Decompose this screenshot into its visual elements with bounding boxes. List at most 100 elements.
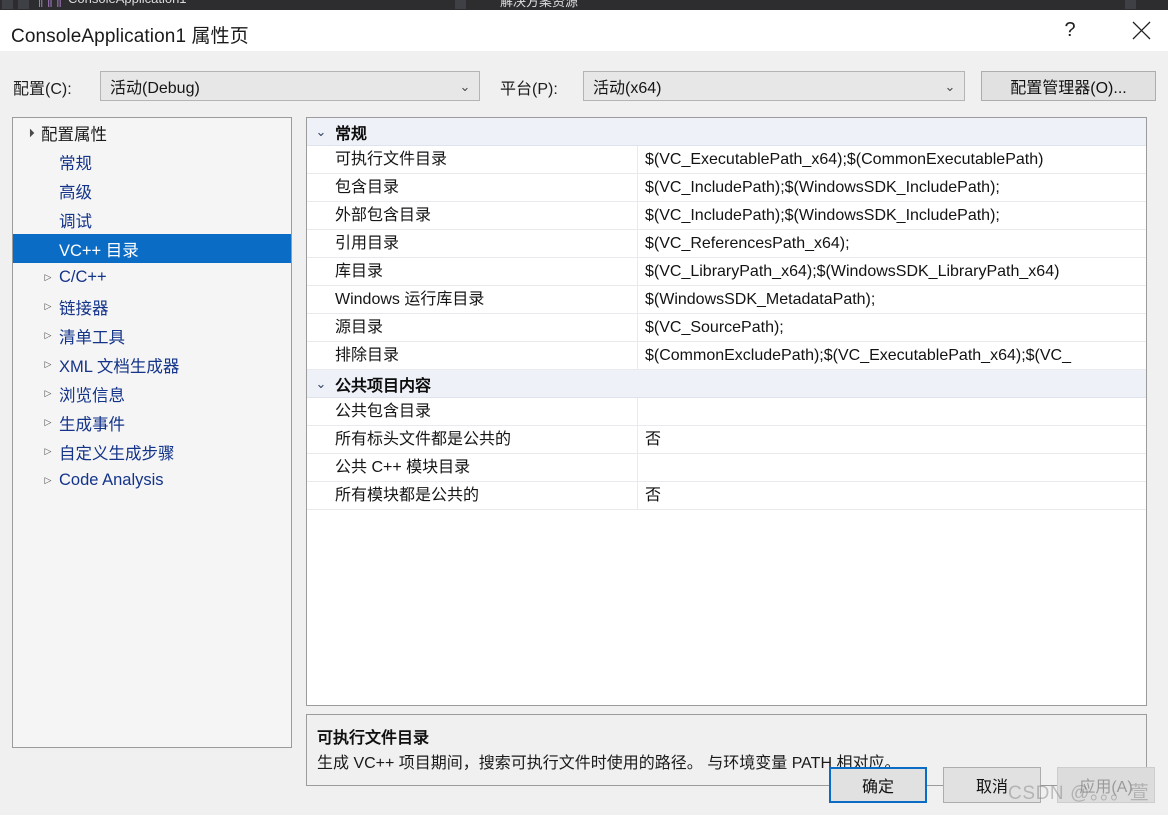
tree-item-label: VC++ 目录	[59, 241, 139, 260]
question-mark-icon: ?	[1064, 19, 1076, 41]
property-value[interactable]: 否	[638, 482, 1146, 510]
tree-item-label: Code Analysis	[59, 471, 164, 489]
property-name: 包含目录	[307, 173, 638, 202]
dialog-body: 配置(C): 活动(Debug) ⌄ 平台(P): 活动(x64) ⌄ 配置管理…	[0, 51, 1168, 815]
property-row[interactable]: 库目录 $(VC_LibraryPath_x64);$(WindowsSDK_Li…	[307, 257, 1146, 286]
apply-button: 应用(A)	[1057, 767, 1155, 803]
triangle-right-hollow-icon[interactable]: ▷	[37, 447, 59, 456]
close-button[interactable]	[1118, 10, 1164, 51]
property-value[interactable]: $(VC_IncludePath);$(WindowsSDK_IncludePa…	[638, 202, 1146, 230]
property-row[interactable]: Windows 运行库目录 $(WindowsSDK_MetadataPath);	[307, 285, 1146, 314]
tree-item-label: 浏览信息	[59, 386, 125, 405]
property-row[interactable]: 可执行文件目录 $(VC_ExecutablePath_x64);$(Common…	[307, 145, 1146, 174]
property-value[interactable]	[638, 398, 1146, 426]
description-title: 可执行文件目录	[317, 730, 430, 747]
toolbar-fragment	[455, 0, 466, 9]
grid-section-header[interactable]: ⌄ 常规	[307, 118, 1146, 146]
property-value[interactable]: $(VC_ReferencesPath_x64);	[638, 230, 1146, 258]
triangle-right-hollow-icon[interactable]: ▷	[37, 360, 59, 369]
configuration-manager-button[interactable]: 配置管理器(O)...	[981, 71, 1156, 101]
platform-value: 活动(x64)	[593, 80, 662, 97]
tree-item-6[interactable]: ▷ 链接器	[13, 292, 291, 321]
configuration-value: 活动(Debug)	[110, 80, 200, 97]
tree-item-1[interactable]: 常规	[13, 147, 291, 176]
tree-item-2[interactable]: 高级	[13, 176, 291, 205]
vs-toolbar-strip: ╫╫╫ ConsoleApplication1 解决方案资源	[0, 0, 1168, 10]
property-row[interactable]: 公共包含目录	[307, 397, 1146, 426]
description-text: 生成 VC++ 项目期间，搜索可执行文件时使用的路径。 与环境变量 PATH 相…	[317, 755, 901, 772]
property-value[interactable]: $(VC_SourcePath);	[638, 314, 1146, 342]
tree-item-8[interactable]: ▷ XML 文档生成器	[13, 350, 291, 379]
toolbar-fragment	[2, 0, 13, 9]
tree-item-9[interactable]: ▷ 浏览信息	[13, 379, 291, 408]
property-value[interactable]: 否	[638, 426, 1146, 454]
toolbar-fragment	[18, 0, 29, 9]
tree-item-10[interactable]: ▷ 生成事件	[13, 408, 291, 437]
property-value[interactable]: $(CommonExcludePath);$(VC_ExecutablePath…	[638, 342, 1146, 370]
property-grid[interactable]: ⌄ 常规 可执行文件目录 $(VC_ExecutablePath_x64);$(Com…	[306, 117, 1147, 706]
tree-item-label: 配置属性	[41, 125, 107, 144]
grid-section-label: 公共项目内容	[335, 377, 432, 395]
chevron-down-icon[interactable]: ⌄	[307, 125, 335, 138]
property-name: 公共 C++ 模块目录	[307, 453, 638, 482]
property-row[interactable]: 公共 C++ 模块目录	[307, 453, 1146, 482]
tree-item-3[interactable]: 调试	[13, 205, 291, 234]
property-row[interactable]: 排除目录 $(CommonExcludePath);$(VC_Executable…	[307, 341, 1146, 370]
property-value[interactable]: $(VC_LibraryPath_x64);$(WindowsSDK_Libra…	[638, 258, 1146, 286]
tree-item-4[interactable]: VC++ 目录	[13, 234, 291, 263]
property-name: 所有模块都是公共的	[307, 481, 638, 510]
tree-item-label: 高级	[59, 183, 92, 202]
triangle-down-filled-icon[interactable]: ◢	[19, 122, 40, 143]
platform-label: 平台(P):	[500, 81, 558, 98]
help-button[interactable]: ?	[1047, 10, 1093, 51]
platform-dropdown[interactable]: 活动(x64) ⌄	[583, 71, 965, 101]
property-row[interactable]: 所有模块都是公共的否	[307, 481, 1146, 510]
tree-item-7[interactable]: ▷ 清单工具	[13, 321, 291, 350]
triangle-right-hollow-icon[interactable]: ▷	[37, 331, 59, 340]
tree-item-label: 清单工具	[59, 328, 125, 347]
property-row[interactable]: 包含目录 $(VC_IncludePath);$(WindowsSDK_Inclu…	[307, 173, 1146, 202]
property-row[interactable]: 外部包含目录 $(VC_IncludePath);$(WindowsSDK_Inc…	[307, 201, 1146, 230]
tree-item-label: 链接器	[59, 299, 109, 318]
chevron-down-icon: ⌄	[459, 78, 471, 94]
chevron-down-icon[interactable]: ⌄	[307, 377, 335, 390]
chevron-down-icon: ⌄	[944, 78, 956, 94]
tree-item-label: 常规	[59, 154, 92, 173]
property-name: 所有标头文件都是公共的	[307, 425, 638, 454]
grid-section-label: 常规	[335, 125, 368, 143]
property-pages-dialog: ╫╫╫ ConsoleApplication1 解决方案资源 ConsoleAp…	[0, 0, 1168, 815]
triangle-right-hollow-icon[interactable]: ▷	[37, 273, 59, 282]
triangle-right-hollow-icon[interactable]: ▷	[37, 302, 59, 311]
property-name: 外部包含目录	[307, 201, 638, 230]
tree-item-11[interactable]: ▷ 自定义生成步骤	[13, 437, 291, 466]
tree-item-label: 自定义生成步骤	[59, 444, 175, 463]
property-tree[interactable]: ◢ 配置属性 常规 高级 调试 VC++ 目录 ▷ C/C++ ▷ 链接器 ▷ 清单工具 ▷ XML 文档…	[12, 117, 292, 748]
vs-strip-right-fragment: 解决方案资源	[500, 0, 579, 9]
property-value[interactable]: $(VC_IncludePath);$(WindowsSDK_IncludePa…	[638, 174, 1146, 202]
triangle-right-hollow-icon[interactable]: ▷	[37, 389, 59, 398]
triangle-right-hollow-icon[interactable]: ▷	[37, 418, 59, 427]
property-value[interactable]	[638, 454, 1146, 482]
grid-section-header[interactable]: ⌄ 公共项目内容	[307, 370, 1146, 398]
configuration-label: 配置(C):	[13, 81, 72, 98]
tree-item-label: 调试	[59, 212, 92, 231]
tree-item-label: XML 文档生成器	[59, 357, 180, 376]
property-row[interactable]: 所有标头文件都是公共的否	[307, 425, 1146, 454]
dialog-title-bar: ConsoleApplication1 属性页 ?	[0, 10, 1168, 51]
page-title: ConsoleApplication1 属性页	[11, 26, 249, 47]
close-icon	[1132, 21, 1151, 40]
tree-item-12[interactable]: ▷ Code Analysis	[13, 466, 291, 495]
ok-button[interactable]: 确定	[829, 767, 927, 803]
property-name: 库目录	[307, 257, 638, 286]
property-row[interactable]: 引用目录 $(VC_ReferencesPath_x64);	[307, 229, 1146, 258]
cancel-button[interactable]: 取消	[943, 767, 1041, 803]
property-row[interactable]: 源目录 $(VC_SourcePath);	[307, 313, 1146, 342]
configuration-dropdown[interactable]: 活动(Debug) ⌄	[100, 71, 480, 101]
triangle-right-hollow-icon[interactable]: ▷	[37, 476, 59, 485]
tree-item-0[interactable]: ◢ 配置属性	[13, 118, 291, 147]
property-value[interactable]: $(VC_ExecutablePath_x64);$(CommonExecuta…	[638, 146, 1146, 174]
toolbar-fragment	[1125, 0, 1136, 9]
tree-item-5[interactable]: ▷ C/C++	[13, 263, 291, 292]
property-name: Windows 运行库目录	[307, 285, 638, 314]
property-value[interactable]: $(WindowsSDK_MetadataPath);	[638, 286, 1146, 314]
